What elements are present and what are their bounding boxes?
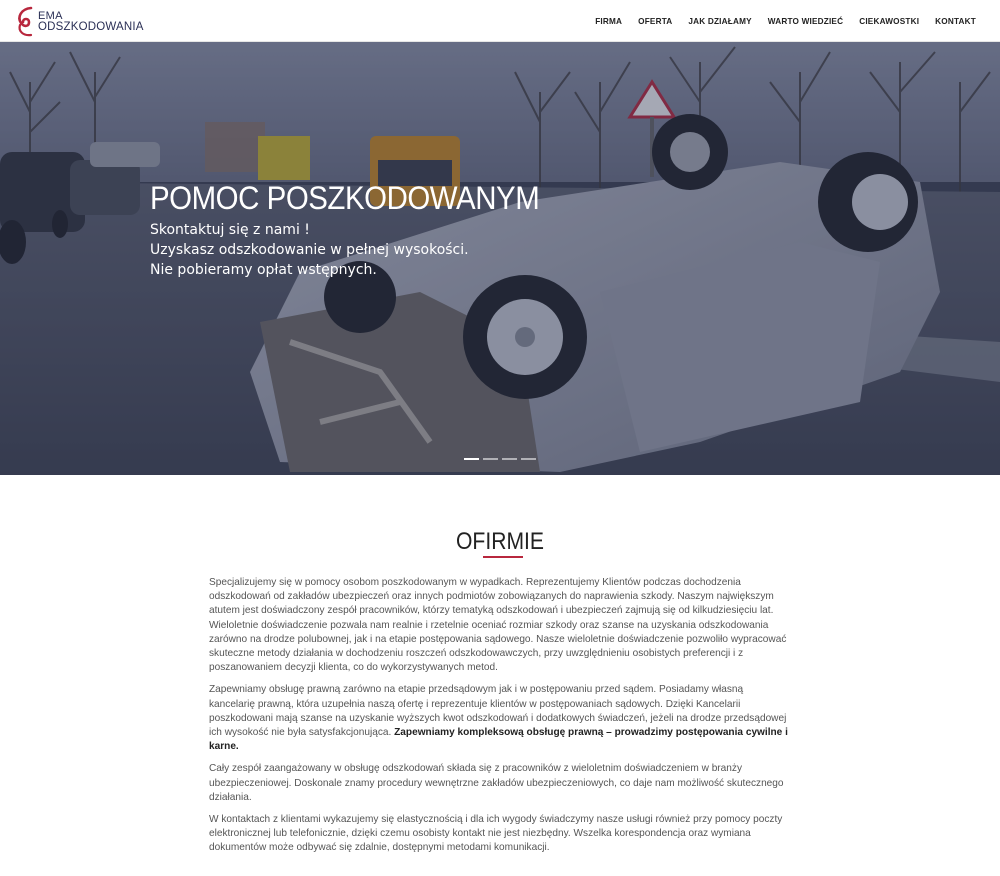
logo-swirl-icon	[18, 6, 33, 37]
hero-subtitle: Skontaktuj się z nami ! Uzyskasz odszkod…	[150, 220, 469, 280]
nav-item-jak-dzialamy[interactable]: JAK DZIAŁAMY	[688, 17, 751, 26]
nav-item-kontakt[interactable]: KONTAKT	[935, 17, 976, 26]
nav-item-warto-wiedziec[interactable]: WARTO WIEDZIEĆ	[768, 17, 843, 26]
section-title-text: O FIRMIE	[456, 528, 544, 556]
slider-dot-4[interactable]	[521, 458, 536, 460]
logo[interactable]: EMA ODSZKODOWANIA	[15, 5, 155, 37]
slider-pagination	[464, 458, 536, 460]
nav-item-ciekawostki[interactable]: CIEKAWOSTKI	[859, 17, 919, 26]
main-nav: FIRMA OFERTA JAK DZIAŁAMY WARTO WIEDZIEĆ…	[595, 0, 976, 42]
hero-title: POMOC POSZKODOWANYM	[150, 180, 540, 216]
site-header: EMA ODSZKODOWANIA FIRMA OFERTA JAK DZIAŁ…	[0, 0, 1000, 42]
slider-dot-2[interactable]	[483, 458, 498, 460]
hero-line-1: Skontaktuj się z nami !	[150, 222, 310, 238]
slider-dot-1[interactable]	[464, 458, 479, 460]
hero-line-3: Nie pobieramy opłat wstępnych.	[150, 262, 377, 278]
section-title-firmie: FIRMIE	[472, 528, 544, 555]
logo-text-odszkodowania: ODSZKODOWANIA	[38, 21, 144, 33]
slider-dot-3[interactable]	[502, 458, 517, 460]
about-paragraph-4: W kontaktach z klientami wykazujemy się …	[209, 814, 783, 854]
section-title: O FIRMIE	[0, 528, 1000, 556]
about-paragraph-3: Cały zespół zaangażowany w obsługę odszk…	[209, 763, 784, 803]
section-title-o: O	[456, 528, 473, 555]
hero-line-2: Uzyskasz odszkodowanie w pełnej wysokośc…	[150, 242, 469, 258]
hero-slider: POMOC POSZKODOWANYM Skontaktuj się z nam…	[0, 42, 1000, 475]
nav-item-oferta[interactable]: OFERTA	[638, 17, 672, 26]
about-paragraph-1: Specjalizujemy się w pomocy osobom poszk…	[209, 577, 787, 674]
title-underline	[483, 556, 523, 558]
about-content: Specjalizujemy się w pomocy osobom poszk…	[209, 576, 789, 864]
nav-item-firma[interactable]: FIRMA	[595, 17, 622, 26]
about-paragraph-2: Zapewniamy obsługę prawną zarówno na eta…	[209, 683, 789, 754]
